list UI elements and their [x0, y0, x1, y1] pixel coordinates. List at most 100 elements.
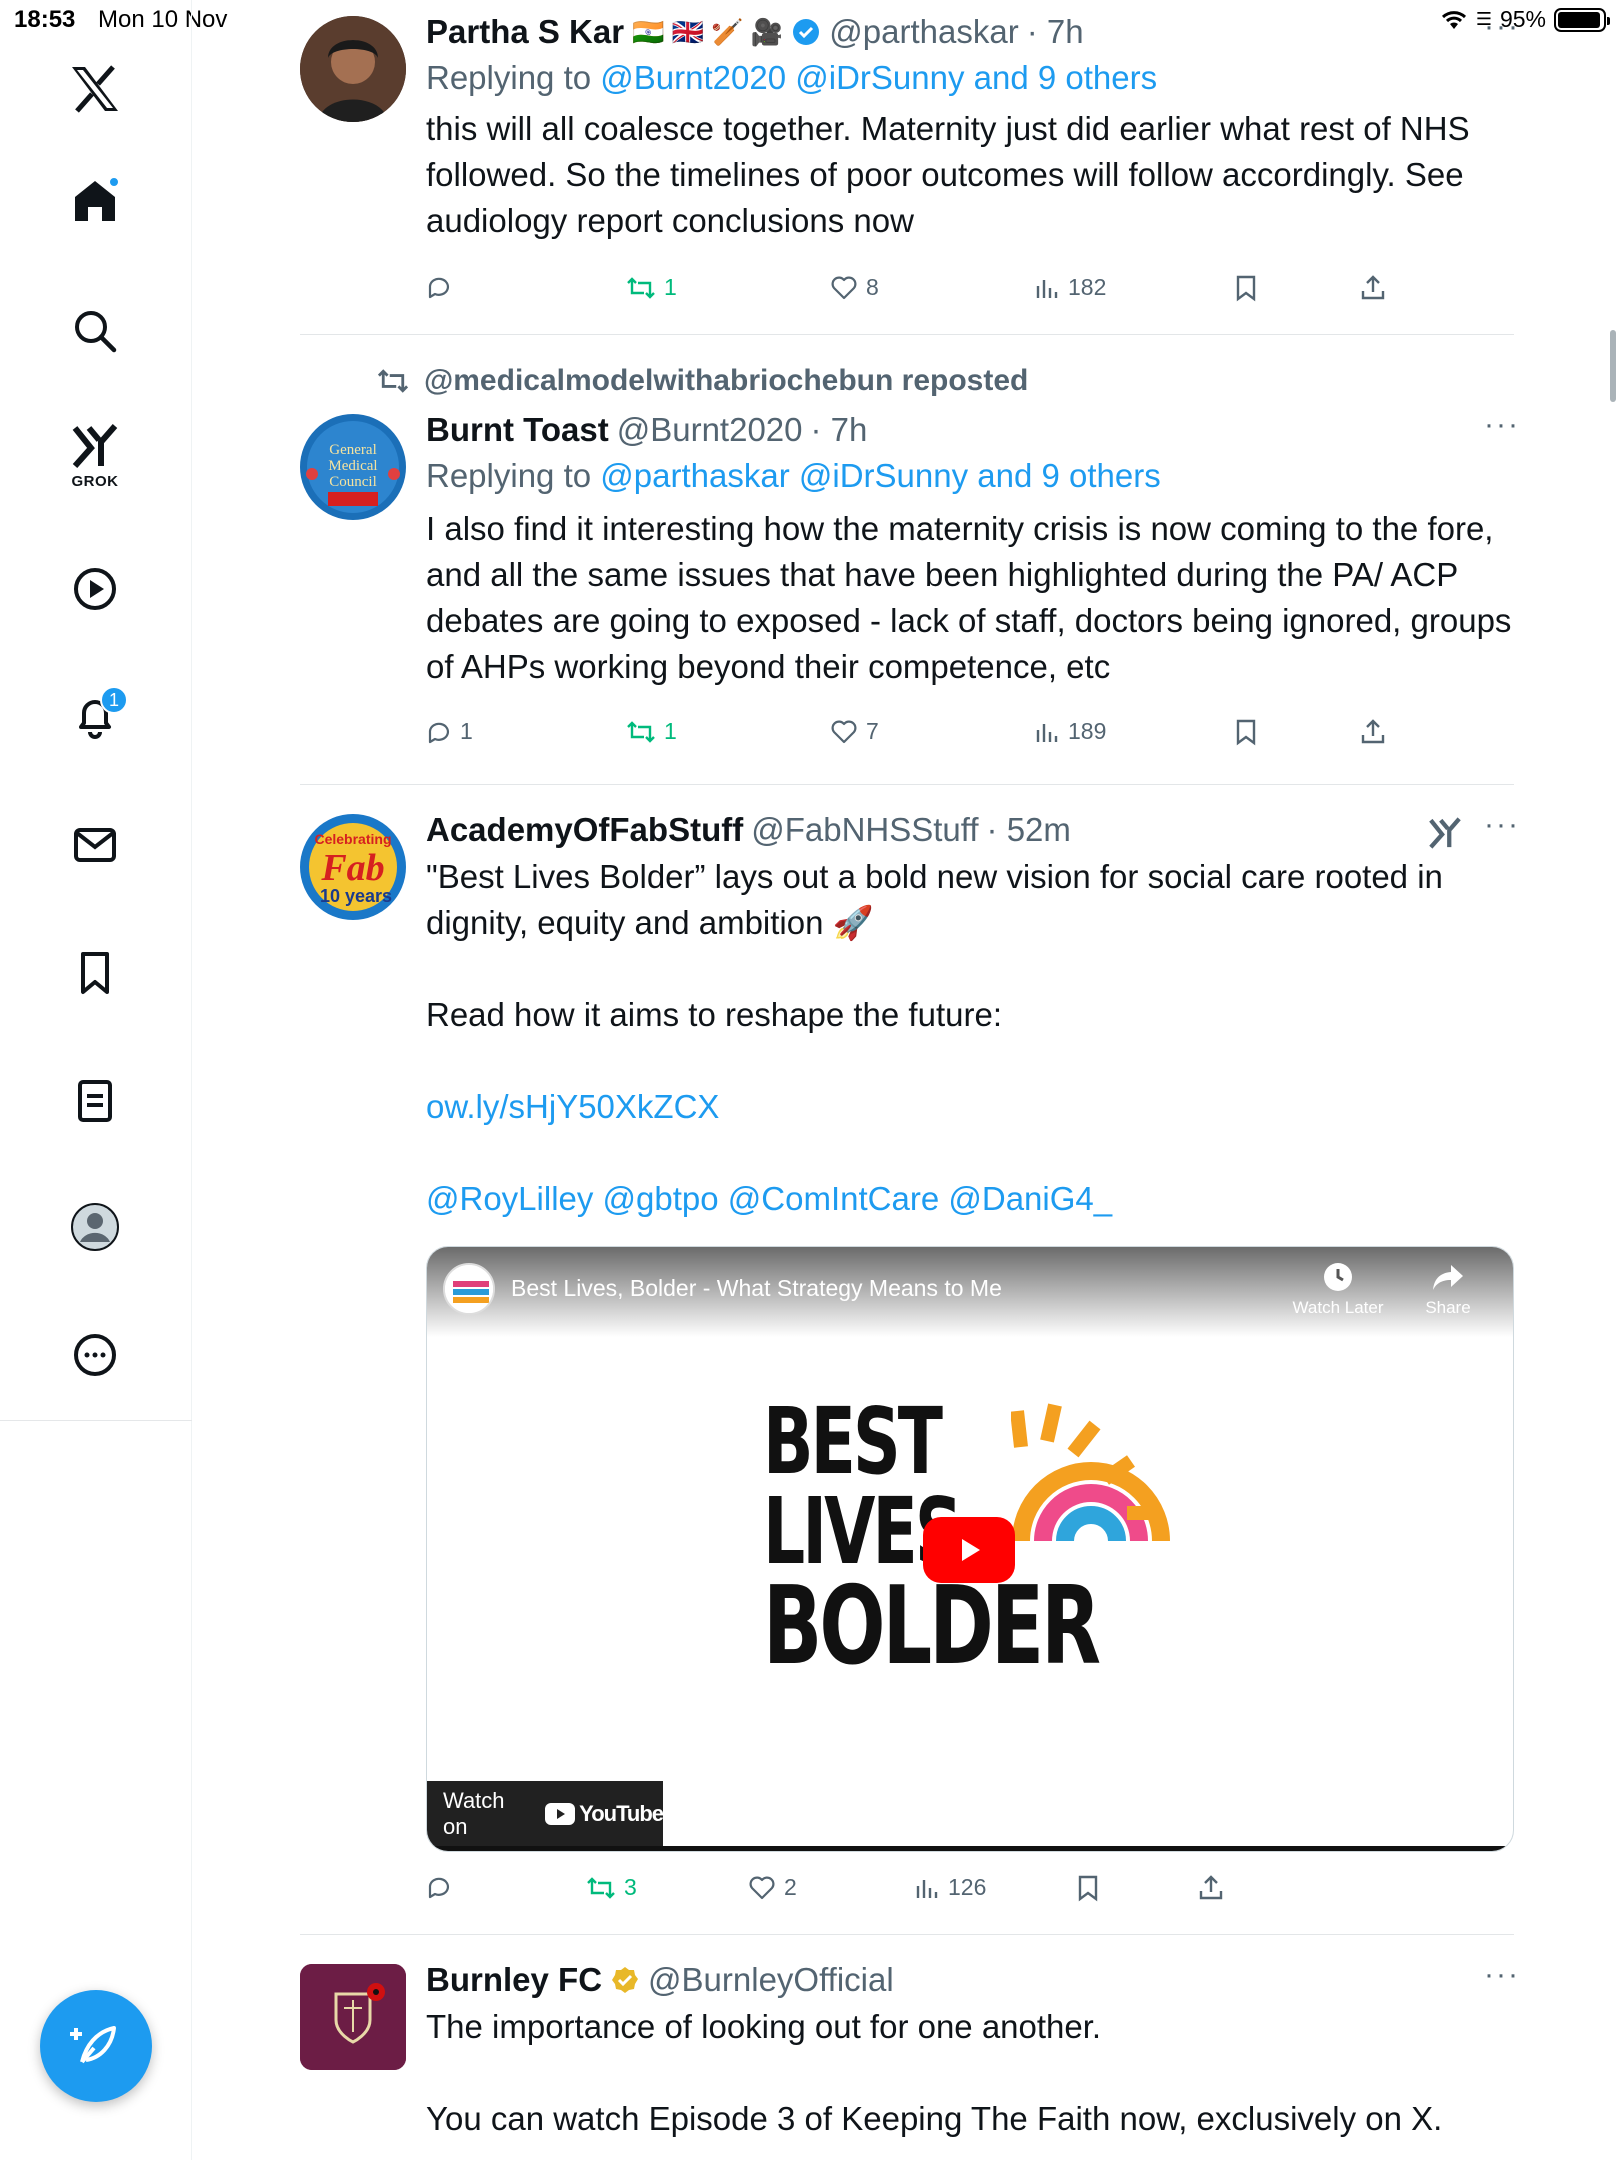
- share-button[interactable]: [1198, 1874, 1224, 1902]
- tweet-burnt-toast[interactable]: Burnt Toast @Burnt2020 · 7h Replying to …: [426, 408, 1516, 690]
- tweet-header: Burnt Toast @Burnt2020 · 7h: [426, 408, 1516, 452]
- replying-to: Replying to @Burnt2020 @iDrSunny and 9 o…: [426, 54, 1516, 102]
- tweet-partha[interactable]: Partha S Kar 🇮🇳 🇬🇧 🏏 🎥 @parthaskar · 7h …: [426, 10, 1516, 244]
- verified-gold-badge-icon: [612, 1967, 639, 1993]
- tweet-actions: 1 8 182: [426, 274, 1426, 314]
- tweet-divider: [300, 334, 1514, 335]
- repost-button[interactable]: 3: [586, 1874, 637, 1901]
- grok-explain-icon[interactable]: [1428, 816, 1462, 855]
- share-button[interactable]: [1360, 274, 1386, 302]
- youtube-wordmark: YouTube: [579, 1801, 664, 1826]
- share-upload-icon: [1199, 1875, 1223, 1900]
- reply-button[interactable]: 1: [426, 718, 473, 745]
- author-name[interactable]: Burnt Toast: [426, 408, 609, 452]
- tweet-actions: 3 2 126: [426, 1874, 1426, 1914]
- replying-to-prefix: Replying to: [426, 59, 592, 96]
- view-count: 182: [1068, 274, 1107, 300]
- views-button[interactable]: 126: [914, 1874, 986, 1901]
- tweet-burnley-fc[interactable]: Burnley FC @BurnleyOfficial The importan…: [426, 1958, 1516, 2142]
- scrollbar-thumb[interactable]: [1610, 330, 1616, 402]
- tweet-text: I also find it interesting how the mater…: [426, 510, 1512, 685]
- reply-icon: [428, 1877, 450, 1899]
- tweet-text: this will all coalesce together. Materni…: [426, 110, 1470, 239]
- share-arrow-icon: [1433, 1265, 1463, 1290]
- avatar-partha[interactable]: [300, 16, 406, 122]
- bookmark-button[interactable]: [1076, 1874, 1100, 1902]
- author-name[interactable]: Burnley FC: [426, 1958, 602, 2002]
- author-name[interactable]: Partha S Kar: [426, 10, 624, 54]
- repost-button[interactable]: 1: [626, 274, 677, 301]
- svg-text:10 years: 10 years: [320, 886, 392, 906]
- avatar-burnt-toast[interactable]: General Medical Council: [300, 414, 406, 520]
- author-handle[interactable]: @parthaskar: [829, 10, 1018, 54]
- tweet-actions: 1 1 7 189: [426, 718, 1426, 758]
- repost-button[interactable]: 1: [626, 718, 677, 745]
- replying-to: Replying to @parthaskar @iDrSunny and 9 …: [426, 452, 1516, 500]
- youtube-logo: YouTube: [545, 1801, 664, 1827]
- views-chart-icon: [1036, 279, 1058, 298]
- avatar-burnley-fc[interactable]: [300, 1964, 406, 2070]
- like-count: 2: [784, 1874, 797, 1900]
- tweet-link[interactable]: ow.ly/sHjY50XkZCX: [426, 1084, 1516, 1130]
- author-handle[interactable]: @FabNHSStuff: [751, 808, 978, 852]
- author-handle[interactable]: @Burnt2020: [617, 408, 803, 452]
- tweet-text-2: You can watch Episode 3 of Keeping The F…: [426, 2100, 1443, 2137]
- reply-button[interactable]: [426, 274, 460, 300]
- repost-count: 1: [664, 274, 677, 300]
- author-name[interactable]: AcademyOfFabStuff: [426, 808, 743, 852]
- like-button[interactable]: 2: [748, 1874, 797, 1901]
- watch-later-button[interactable]: Watch Later: [1283, 1261, 1393, 1318]
- reply-icon: [428, 277, 450, 299]
- bookmark-icon: [1236, 275, 1256, 302]
- like-count: 7: [866, 718, 879, 744]
- sunburst-graphic: [1011, 1403, 1170, 1542]
- replying-to-mentions[interactable]: @parthaskar @iDrSunny and 9 others: [600, 457, 1160, 494]
- like-count: 8: [866, 274, 879, 300]
- share-label: Share: [1425, 1298, 1471, 1317]
- tweet-mentions[interactable]: @RoyLilley @gbtpo @ComIntCare @DaniG4_: [426, 1176, 1516, 1222]
- svg-text:Fab: Fab: [320, 847, 384, 889]
- bookmark-button[interactable]: [1234, 274, 1258, 302]
- reposted-by[interactable]: @medicalmodelwithabriochebun reposted: [376, 364, 1028, 398]
- views-button[interactable]: 189: [1034, 718, 1106, 745]
- heart-icon: [749, 1876, 775, 1899]
- share-video-button[interactable]: Share: [1393, 1261, 1503, 1318]
- like-button[interactable]: 7: [830, 718, 879, 745]
- reply-button[interactable]: [426, 1874, 460, 1900]
- tweet-academy-of-fab-stuff[interactable]: AcademyOfFabStuff @FabNHSStuff · 52m "Be…: [426, 808, 1516, 1222]
- tweet-more-icon[interactable]: ···: [1484, 408, 1520, 442]
- repost-small-icon: [377, 369, 409, 393]
- post-time: · 7h: [1026, 13, 1084, 50]
- youtube-embed[interactable]: Best Lives, Bolder - What Strategy Means…: [426, 1246, 1514, 1852]
- replying-to-mentions[interactable]: @Burnt2020 @iDrSunny and 9 others: [600, 59, 1157, 96]
- watch-on-youtube-button[interactable]: Watch on YouTube: [427, 1781, 664, 1847]
- video-title[interactable]: Best Lives, Bolder - What Strategy Means…: [511, 1275, 1002, 1302]
- svg-text:Medical: Medical: [328, 458, 377, 474]
- tweet-header: Partha S Kar 🇮🇳 🇬🇧 🏏 🎥 @parthaskar · 7h: [426, 10, 1516, 54]
- like-button[interactable]: 8: [830, 274, 879, 301]
- tweet-more-icon[interactable]: ···: [1484, 1958, 1520, 1992]
- tweet-divider: [300, 1934, 1514, 1935]
- youtube-play-button[interactable]: [923, 1517, 1015, 1583]
- bookmark-button[interactable]: [1234, 718, 1258, 746]
- channel-avatar[interactable]: [443, 1263, 495, 1315]
- reply-icon: [428, 722, 450, 743]
- view-count: 126: [948, 1874, 987, 1900]
- svg-text:Celebrating: Celebrating: [314, 831, 391, 847]
- share-upload-icon: [1361, 719, 1385, 744]
- view-count: 189: [1068, 718, 1107, 744]
- bookmark-icon: [1078, 1875, 1098, 1902]
- tweet-header: Burnley FC @BurnleyOfficial: [426, 1958, 1516, 2002]
- share-button[interactable]: [1360, 718, 1386, 746]
- author-handle[interactable]: @BurnleyOfficial: [648, 1958, 894, 2002]
- repost-count: 3: [624, 1874, 637, 1900]
- views-chart-icon: [916, 1879, 938, 1898]
- tweet-more-icon[interactable]: ···: [1484, 10, 1520, 44]
- post-time: · 7h: [810, 411, 868, 448]
- tweet-more-icon[interactable]: ···: [1484, 808, 1520, 842]
- views-button[interactable]: 182: [1034, 274, 1106, 301]
- avatar-academy-of-fab-stuff[interactable]: Celebrating Fab 10 years: [300, 814, 406, 920]
- repost-icon: [627, 276, 655, 299]
- repost-icon: [587, 1876, 615, 1899]
- author-emojis: 🇮🇳 🇬🇧 🏏 🎥: [632, 17, 784, 47]
